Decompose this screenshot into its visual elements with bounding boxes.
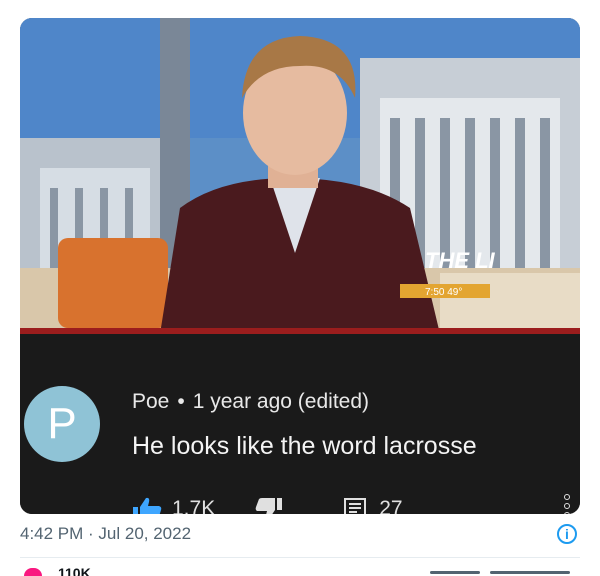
copy-link-icon[interactable] [490,571,570,574]
comment-meta: Poe • 1 year ago (edited) [132,390,369,414]
tweet-timestamp[interactable]: 4:42 PM · Jul 20, 2022 [20,524,191,544]
engagement-row: 110K [20,566,580,576]
comment-author[interactable]: Poe [132,390,169,413]
comment-text: He looks like the word lacrosse [132,432,477,460]
reply-link-icon[interactable] [430,571,480,574]
divider [20,557,580,558]
tweet-like-count: 110K [58,566,91,576]
video-clock: 7:50 49° [425,287,462,298]
comment-icon [344,498,367,514]
reply-count: 27 [379,497,403,514]
thumbs-down-icon [255,498,283,514]
youtube-comment: P Poe • 1 year ago (edited) He looks like … [20,334,580,514]
dislike-button[interactable] [255,497,283,514]
more-options-icon[interactable] [564,494,570,514]
like-button[interactable]: 1.7K [132,496,215,514]
reply-button[interactable]: 27 [343,497,403,514]
avatar[interactable]: P [24,386,100,462]
tv-studio-image: THE LI 7:50 49° [20,18,580,334]
screenshot-card: THE LI 7:50 49° P Poe • 1 year ago (edited… [20,18,580,514]
meta-separator: • [177,390,185,413]
thumbs-up-icon [133,497,162,514]
heart-icon[interactable] [24,568,42,576]
info-icon[interactable]: i [557,524,577,544]
comment-time: 1 year ago (edited) [192,390,370,413]
video-frame: THE LI 7:50 49° [20,18,580,334]
like-count: 1.7K [172,497,216,514]
comment-actions: 1.7K 27 [132,494,403,514]
station-logo: THE LI [425,248,496,273]
